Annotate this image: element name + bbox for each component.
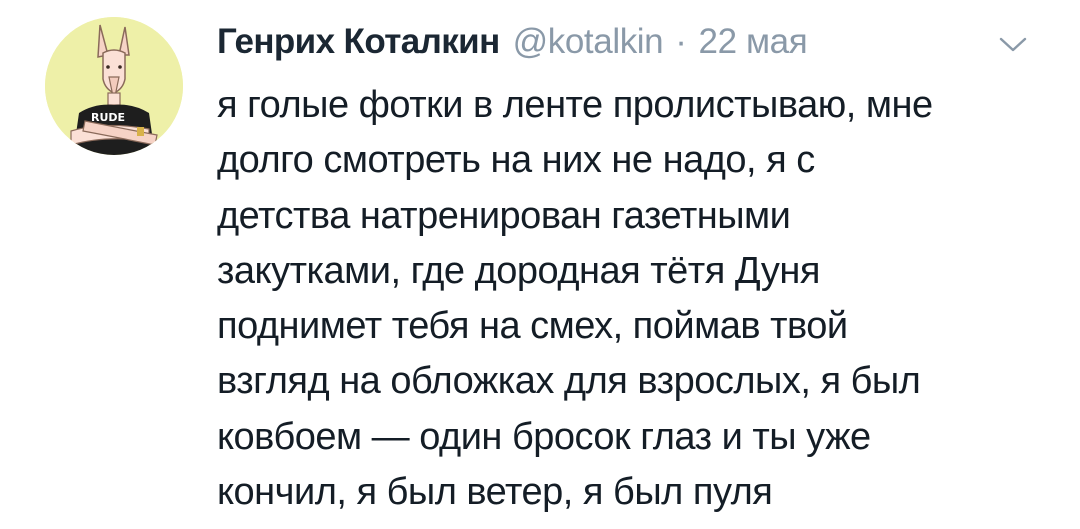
tweet-text-line: ковбоем — один бросок глаз и ты уже	[217, 415, 871, 458]
chevron-down-icon[interactable]	[997, 33, 1029, 55]
tweet-text-line: взгляд на обложках для взрослых, я был	[217, 360, 921, 403]
tweet-text-line: закутками, где дородная тётя Дуня	[217, 249, 820, 292]
svg-text:RUDE: RUDE	[91, 111, 125, 124]
tweet-text-line: детства натренирован газетными	[217, 194, 791, 237]
tweet-text-line: долго смотреть на них не надо, я с	[217, 139, 815, 182]
tweet-card[interactable]: RUDE Генрих Коталкин @kotalkin · 22 мая …	[0, 0, 1080, 529]
author-name[interactable]: Генрих Коталкин	[217, 22, 500, 62]
tweet-text-line: я голые фотки в ленте пролистываю, мне	[217, 84, 933, 126]
meta-separator: ·	[675, 22, 687, 61]
tweet-header: Генрих Коталкин @kotalkin · 22 мая	[217, 18, 808, 66]
dog-character-avatar-icon: RUDE	[45, 17, 183, 155]
avatar[interactable]: RUDE	[45, 17, 183, 155]
tweet-date[interactable]: 22 мая	[699, 22, 808, 62]
tweet-text-line: кончил, я был ветер, я был пуля	[217, 471, 773, 514]
tweet-text-line: поднимет тебя на смех, поймав твой	[217, 305, 848, 348]
tweet-text: я голые фотки в ленте пролистываю, мне д…	[217, 78, 1057, 520]
author-handle[interactable]: @kotalkin	[513, 22, 664, 62]
